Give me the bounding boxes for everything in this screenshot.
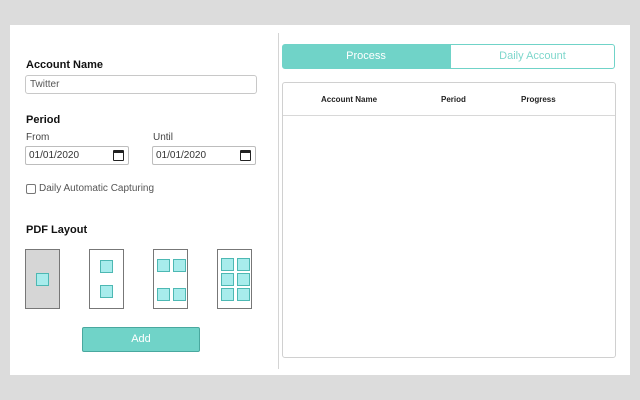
table-header: Account Name Period Progress [283,83,615,116]
process-panel: Process Daily Account Account Name Perio… [280,25,630,375]
calendar-icon[interactable] [240,150,251,161]
settings-panel: Account Name Twitter Period From 01/01/2… [10,25,278,375]
from-date-value: 01/01/2020 [29,150,80,161]
tab-process[interactable]: Process [282,44,450,69]
from-label: From [26,132,50,143]
account-name-input[interactable]: Twitter [25,75,257,94]
tab-daily-account[interactable]: Daily Account [450,44,615,69]
layout-tile [157,288,170,301]
layout-option-3[interactable] [153,249,188,309]
until-date-value: 01/01/2020 [156,150,207,161]
panel-divider [278,33,279,369]
layout-tile [237,273,250,286]
account-name-heading: Account Name [26,59,104,71]
layout-option-2[interactable] [89,249,124,309]
layout-tile [173,288,186,301]
daily-capture-checkbox[interactable] [26,184,36,194]
layout-4-per-page-icon [157,259,170,272]
daily-capture-label: Daily Automatic Capturing [39,183,155,194]
from-date-input[interactable]: 01/01/2020 [25,146,129,165]
period-heading: Period [26,114,61,126]
layout-6-per-page-icon [221,258,234,271]
column-header-progress: Progress [521,95,556,104]
layout-2-per-page-icon [100,260,113,273]
calendar-icon[interactable] [113,150,124,161]
layout-option-1[interactable] [25,249,60,309]
column-header-account-name: Account Name [321,95,378,104]
app-window: Account Name Twitter Period From 01/01/2… [10,25,630,375]
process-table: Account Name Period Progress [282,82,616,358]
layout-tile [173,259,186,272]
until-date-input[interactable]: 01/01/2020 [152,146,256,165]
layout-tile [221,288,234,301]
pdf-layout-heading: PDF Layout [26,224,88,236]
layout-tile [237,258,250,271]
add-button[interactable]: Add [82,327,200,352]
layout-option-4[interactable] [217,249,252,309]
layout-1-per-page-icon [36,273,49,286]
column-header-period: Period [441,95,466,104]
layout-tile [221,273,234,286]
until-label: Until [153,132,174,143]
layout-tile [100,285,113,298]
layout-tile [237,288,250,301]
